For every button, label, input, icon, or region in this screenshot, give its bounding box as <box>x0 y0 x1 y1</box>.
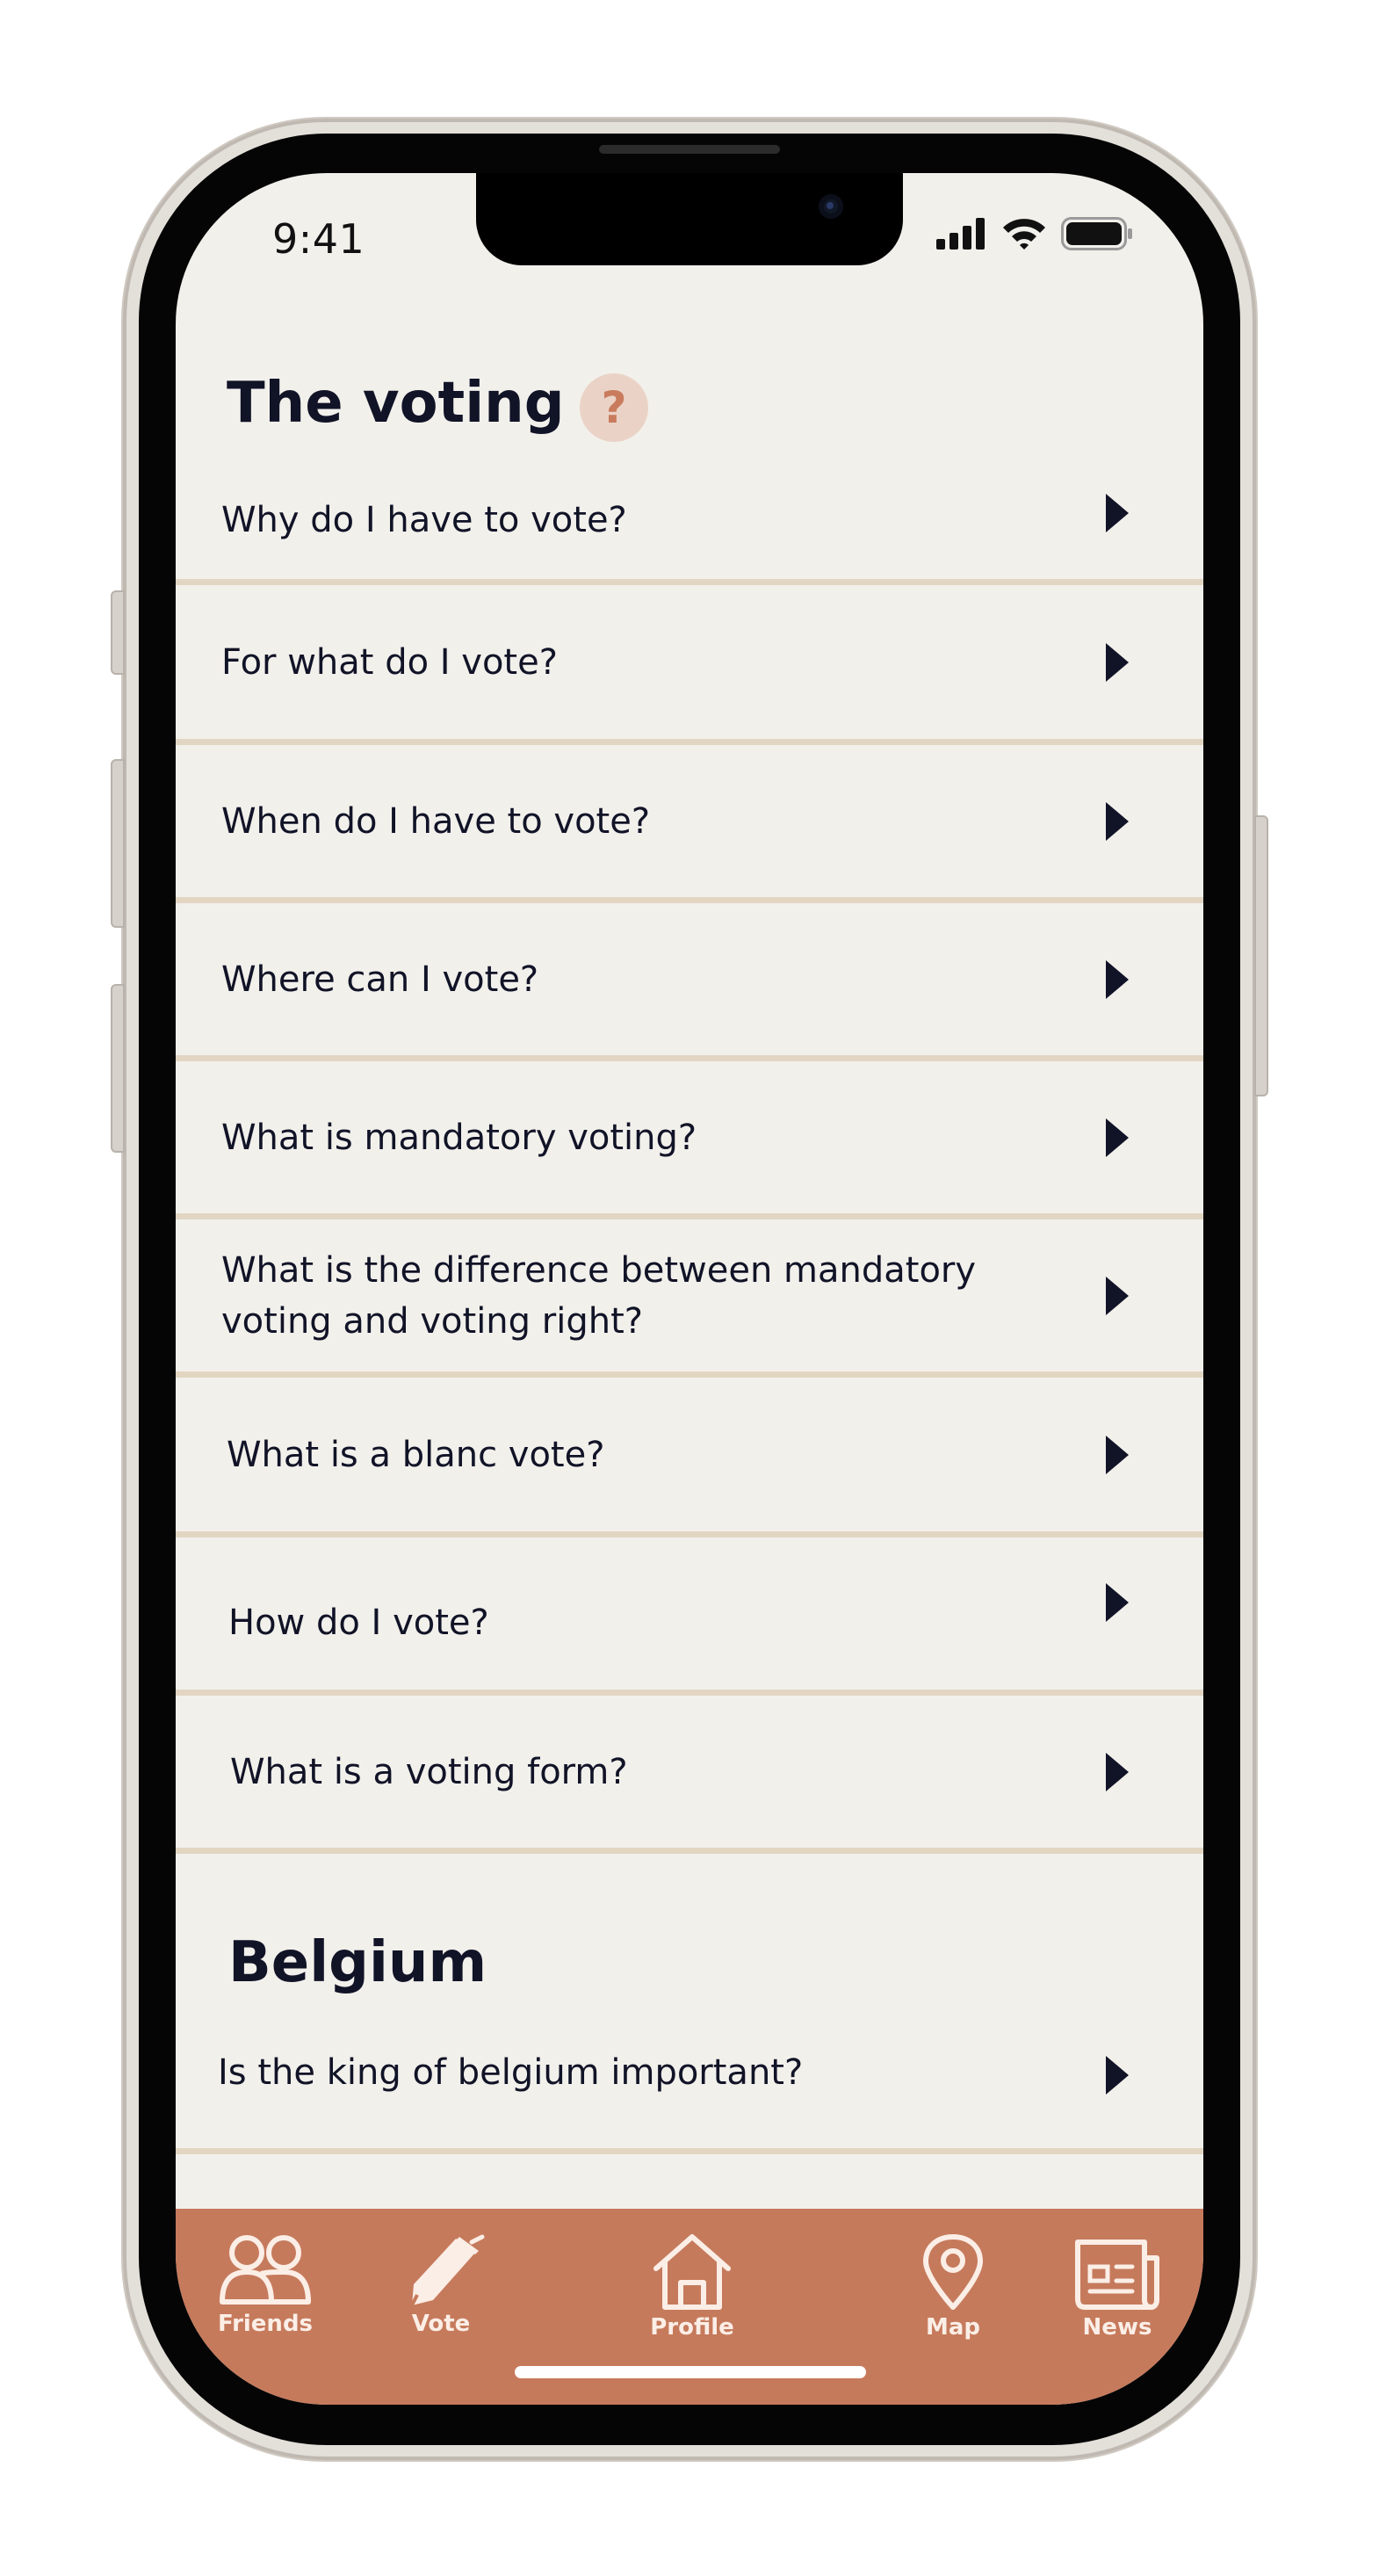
chevron-right-icon <box>1106 959 1129 999</box>
faq-item-blanc-vote[interactable]: What is a blanc vote? <box>176 1378 1203 1538</box>
camera-icon <box>819 194 843 219</box>
faq-item-when[interactable]: When do I have to vote? <box>176 745 1203 903</box>
friends-icon <box>220 2235 311 2305</box>
faq-item-for-what[interactable]: For what do I vote? <box>176 585 1203 745</box>
faq-item-label: What is a voting form? <box>230 1751 628 1792</box>
pen-icon <box>410 2234 485 2306</box>
chevron-right-icon <box>1106 801 1129 841</box>
tab-label: Profile <box>650 2314 734 2341</box>
tab-bar: Friends Vote Profile Map News <box>176 2209 1203 2405</box>
faq-item-label: What is mandatory voting? <box>221 1117 697 1158</box>
tab-label: News <box>1082 2314 1152 2341</box>
wifi-icon <box>1003 219 1045 250</box>
question-mark-icon: ? <box>601 382 627 433</box>
notch <box>476 173 903 265</box>
chevron-right-icon <box>1106 1583 1129 1623</box>
power-button <box>1254 815 1268 1096</box>
section-title-belgium: Belgium <box>228 1930 487 1995</box>
battery-icon <box>1061 217 1132 250</box>
tab-map[interactable]: Map <box>883 2233 1023 2341</box>
tab-vote[interactable]: Vote <box>371 2233 511 2337</box>
tab-label: Vote <box>411 2311 471 2337</box>
map-pin-icon <box>923 2234 983 2310</box>
faq-item-label: Where can I vote? <box>221 959 539 1000</box>
faq-item-label: When do I have to vote? <box>221 800 651 842</box>
home-indicator[interactable] <box>515 2366 866 2378</box>
chevron-right-icon <box>1106 642 1129 682</box>
tab-label: Map <box>925 2314 981 2341</box>
home-icon <box>653 2234 731 2310</box>
chevron-right-icon <box>1106 1118 1129 1157</box>
faq-item-how[interactable]: How do I vote? <box>176 1538 1203 1696</box>
volume-up-button <box>111 759 125 928</box>
tab-friends[interactable]: Friends <box>195 2233 336 2337</box>
tab-label: Friends <box>217 2311 314 2337</box>
status-time: 9:41 <box>272 215 365 263</box>
status-icons <box>936 217 1133 250</box>
faq-item-mandatory[interactable]: What is mandatory voting? <box>176 1061 1203 1219</box>
screen: 9:41 The voting ? Why do I have to vote?… <box>176 173 1203 2405</box>
faq-item-voting-form[interactable]: What is a voting form? <box>176 1696 1203 1854</box>
faq-item-label: For what do I vote? <box>221 641 558 683</box>
faq-item-label: Is the king of belgium important? <box>218 2052 804 2094</box>
chevron-right-icon <box>1106 1752 1129 1791</box>
faq-item-difference[interactable]: What is the difference between mandatory… <box>176 1219 1203 1378</box>
chevron-right-icon <box>1106 1276 1129 1315</box>
tab-news[interactable]: News <box>1047 2237 1188 2341</box>
faq-item-king[interactable]: Is the king of belgium important? <box>176 2014 1203 2154</box>
section-title-voting: The voting <box>227 371 565 436</box>
chevron-right-icon <box>1106 493 1129 532</box>
volume-down-button <box>111 984 125 1153</box>
faq-item-label: What is a blanc vote? <box>227 1434 605 1475</box>
faq-item-label: Why do I have to vote? <box>221 500 627 540</box>
faq-item-label: What is the difference between mandatory… <box>221 1249 977 1342</box>
faq-item-where[interactable]: Where can I vote? <box>176 903 1203 1061</box>
speaker-grille <box>599 145 780 154</box>
mute-switch <box>111 590 125 675</box>
newspaper-icon <box>1075 2240 1159 2310</box>
faq-item-label: How do I vote? <box>228 1602 489 1643</box>
chevron-right-icon <box>1106 2056 1129 2095</box>
tab-profile[interactable]: Profile <box>622 2233 762 2341</box>
signal-icon <box>936 218 985 250</box>
chevron-right-icon <box>1106 1435 1129 1474</box>
faq-item-why-vote[interactable]: Why do I have to vote? <box>176 461 1203 585</box>
help-button[interactable]: ? <box>580 373 648 442</box>
